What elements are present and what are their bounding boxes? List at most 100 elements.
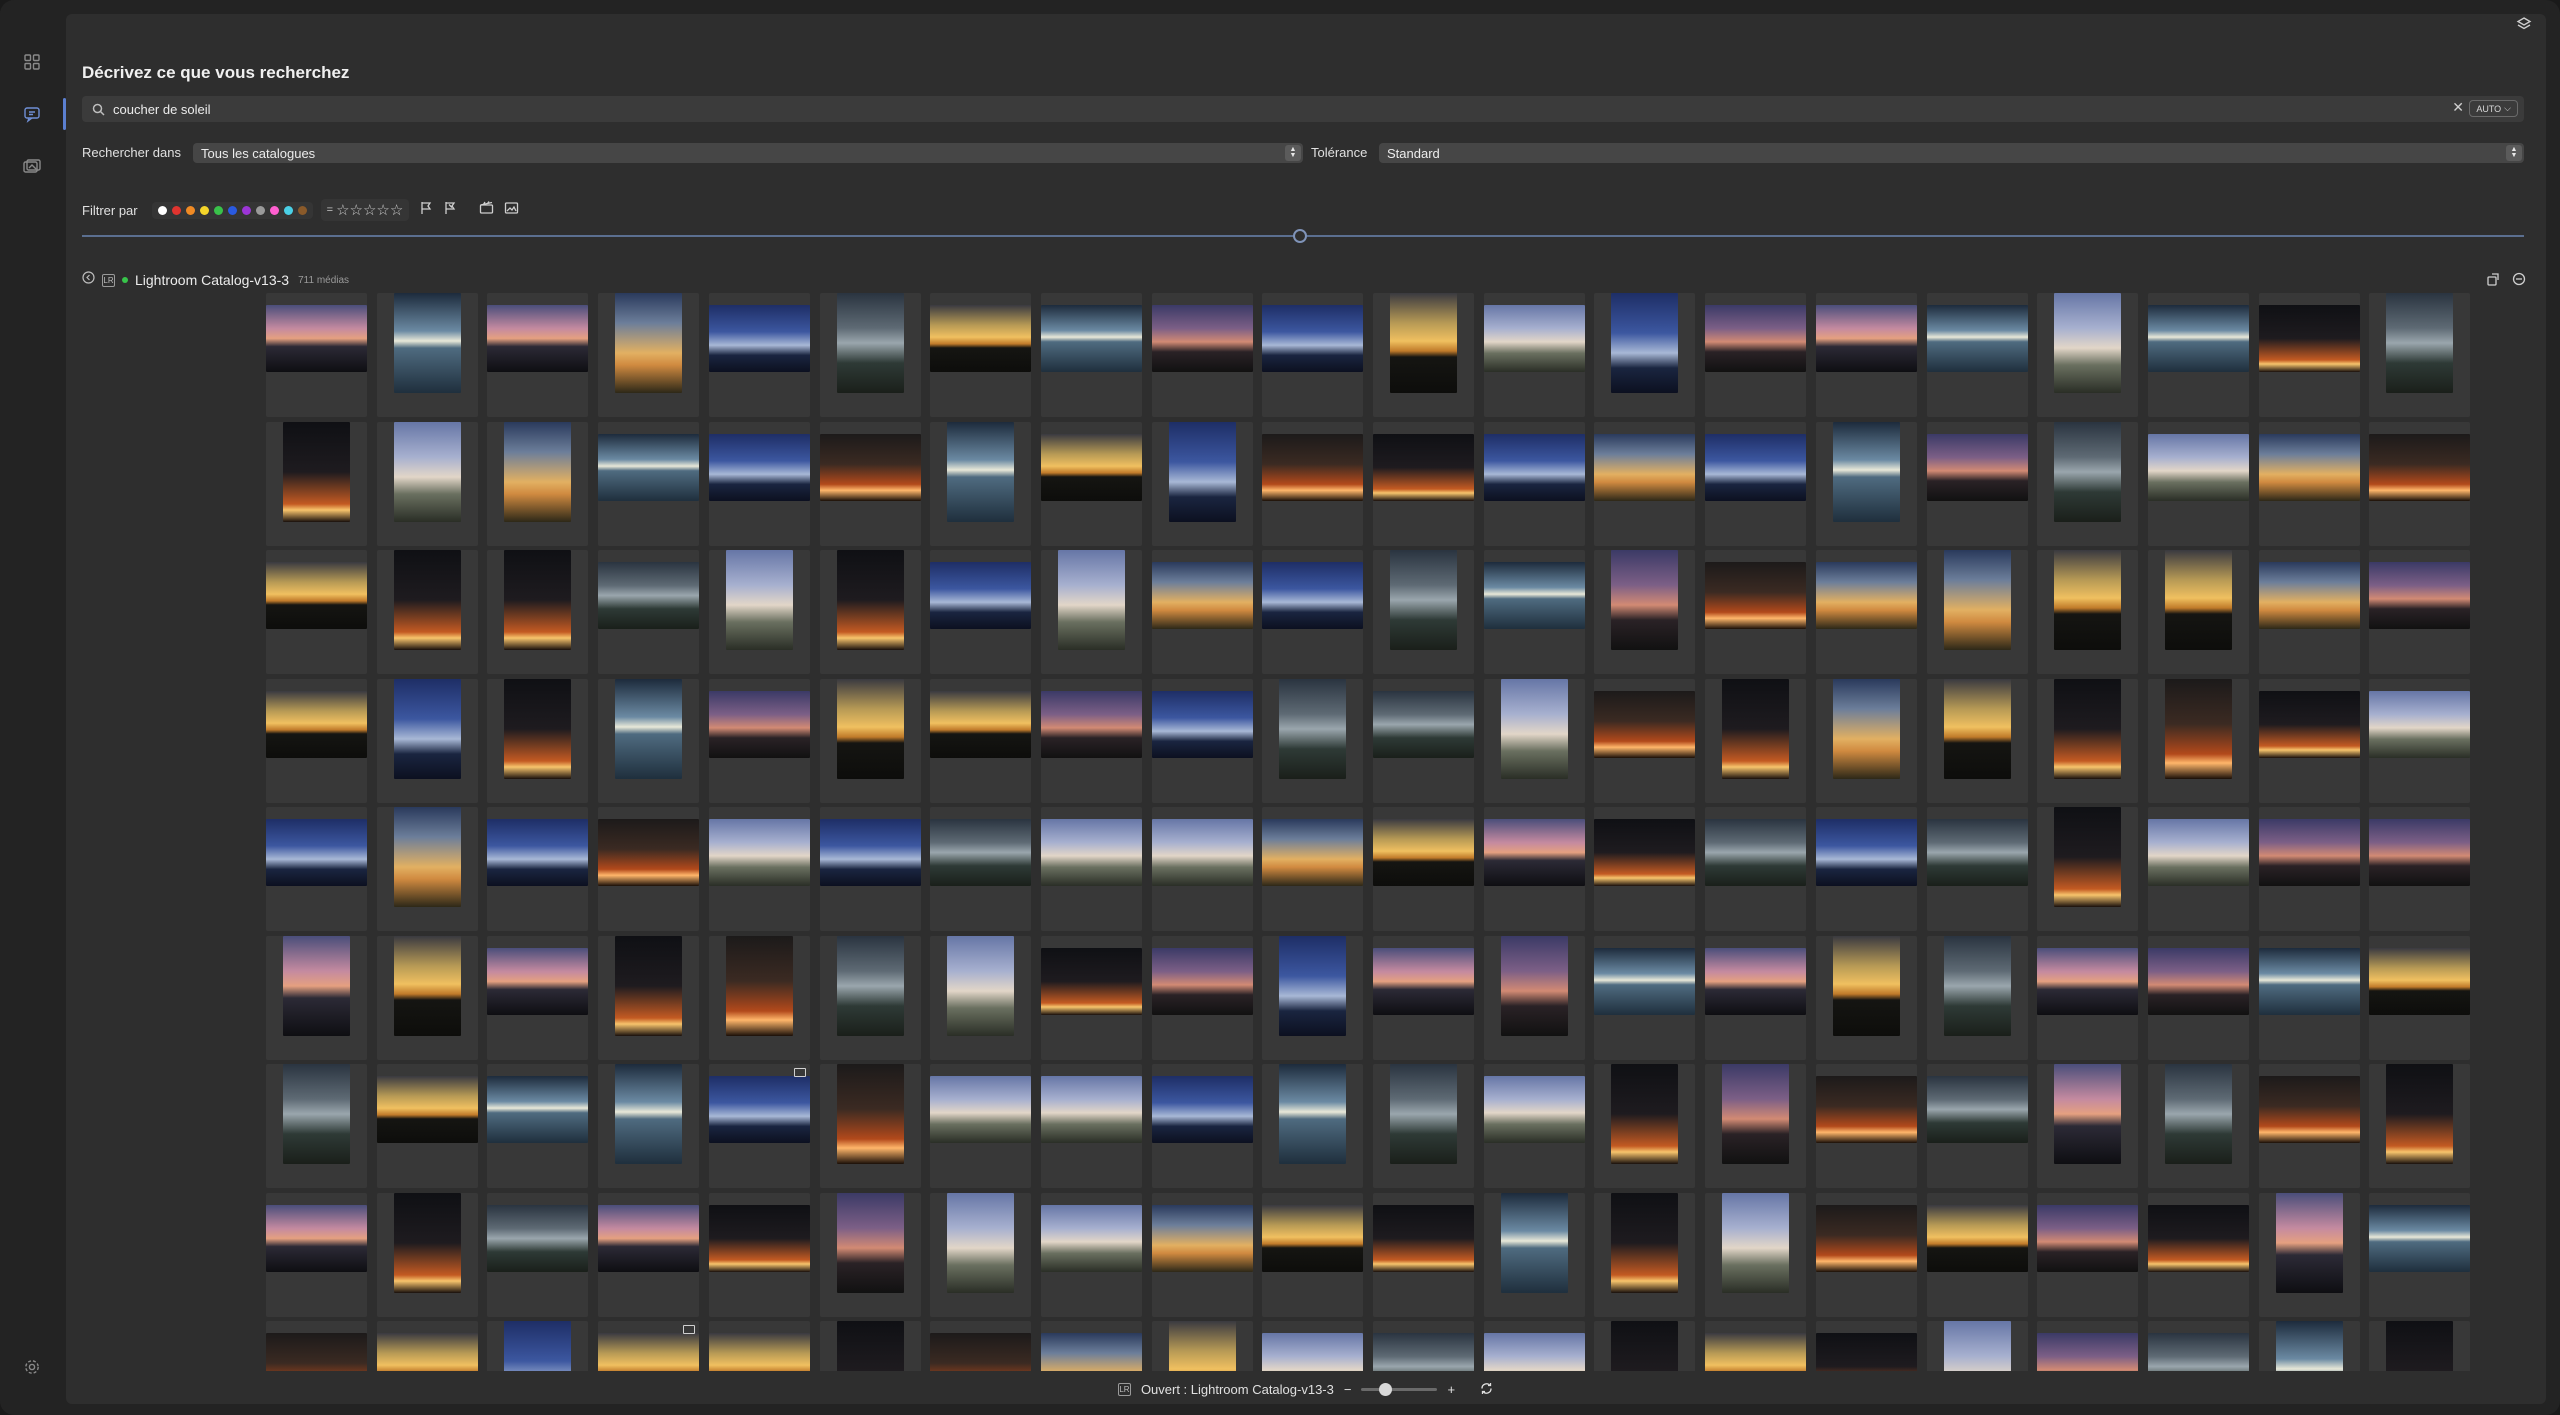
thumbnail-tile[interactable] bbox=[598, 678, 700, 803]
thumbnail-tile[interactable] bbox=[1373, 550, 1474, 674]
thumbnail-image[interactable] bbox=[1390, 1064, 1457, 1164]
thumbnail-image[interactable] bbox=[930, 819, 1032, 886]
thumbnail-image[interactable] bbox=[2037, 1333, 2139, 1371]
thumbnail-image[interactable] bbox=[1262, 433, 1364, 501]
thumbnail-image[interactable] bbox=[1926, 433, 2028, 501]
thumbnail-image[interactable] bbox=[266, 1204, 367, 1272]
thumbnail-tile[interactable] bbox=[1483, 1064, 1585, 1188]
thumbnail-image[interactable] bbox=[1483, 1333, 1585, 1371]
thumbnail-image[interactable] bbox=[836, 935, 904, 1036]
thumbnail-image[interactable] bbox=[615, 293, 683, 393]
thumbnail-tile[interactable] bbox=[376, 1321, 478, 1371]
video-filter-icon[interactable] bbox=[479, 200, 494, 220]
thumbnail-image[interactable] bbox=[836, 1064, 904, 1164]
thumbnail-image[interactable] bbox=[2164, 678, 2232, 779]
sync-icon[interactable] bbox=[1479, 1381, 1494, 1399]
chat-search-icon[interactable] bbox=[21, 103, 43, 125]
thumbnail-tile[interactable] bbox=[1262, 550, 1364, 674]
thumbnail-image[interactable] bbox=[2369, 1204, 2471, 1272]
thumbnail-image[interactable] bbox=[1040, 1204, 1142, 1272]
thumbnail-image[interactable] bbox=[708, 433, 810, 501]
color-swatch[interactable] bbox=[213, 205, 223, 215]
thumbnail-size-slider[interactable] bbox=[1361, 1383, 1438, 1396]
thumbnail-image[interactable] bbox=[1373, 1204, 1474, 1272]
thumbnail-tile[interactable] bbox=[1483, 1192, 1585, 1317]
thumbnail-tile[interactable] bbox=[1815, 1321, 1917, 1371]
thumbnail-image[interactable] bbox=[1151, 1204, 1253, 1272]
thumbnail-tile[interactable] bbox=[2147, 935, 2249, 1060]
thumbnail-image[interactable] bbox=[393, 935, 461, 1036]
thumbnail-tile[interactable] bbox=[1815, 807, 1917, 931]
thumbnail-tile[interactable] bbox=[1594, 1321, 1696, 1371]
thumbnail-image[interactable] bbox=[708, 1333, 810, 1371]
thumbnail-tile[interactable] bbox=[2369, 293, 2471, 417]
thumbnail-image[interactable] bbox=[2037, 1204, 2139, 1272]
thumbnail-image[interactable] bbox=[598, 819, 700, 886]
thumbnail-image[interactable] bbox=[725, 550, 793, 650]
color-swatch[interactable] bbox=[297, 205, 307, 215]
thumbnail-tile[interactable] bbox=[1926, 421, 2028, 546]
thumbnail-tile[interactable] bbox=[2147, 550, 2249, 674]
thumbnail-image[interactable] bbox=[504, 678, 572, 779]
thumbnail-image[interactable] bbox=[1040, 305, 1142, 372]
thumbnail-tile[interactable] bbox=[1373, 1321, 1474, 1371]
thumbnail-tile[interactable] bbox=[708, 935, 810, 1060]
thumbnail-image[interactable] bbox=[376, 1333, 478, 1371]
thumbnail-image[interactable] bbox=[836, 1192, 904, 1293]
settings-gear-icon[interactable] bbox=[21, 1356, 43, 1378]
thumbnail-tile[interactable] bbox=[1151, 1192, 1253, 1317]
thumbnail-image[interactable] bbox=[2275, 1321, 2343, 1371]
thumbnail-tile[interactable] bbox=[266, 1064, 367, 1188]
thumbnail-tile[interactable] bbox=[1151, 1321, 1253, 1371]
thumbnail-image[interactable] bbox=[2258, 690, 2360, 758]
thumbnail-image[interactable] bbox=[1705, 947, 1807, 1015]
zoom-in-button[interactable]: + bbox=[1447, 1382, 1455, 1397]
thumbnail-tile[interactable] bbox=[2147, 1064, 2249, 1188]
thumbnail-tile[interactable] bbox=[2369, 1321, 2471, 1371]
thumbnail-image[interactable] bbox=[1040, 819, 1142, 886]
color-swatch[interactable] bbox=[241, 205, 251, 215]
thumbnail-tile[interactable] bbox=[708, 678, 810, 803]
thumbnail-image[interactable] bbox=[1594, 947, 1696, 1015]
thumbnail-tile[interactable] bbox=[1262, 421, 1364, 546]
thumbnail-tile[interactable] bbox=[1926, 1321, 2028, 1371]
thumbnail-tile[interactable] bbox=[1705, 678, 1807, 803]
thumbnail-tile[interactable] bbox=[376, 421, 478, 546]
color-swatch[interactable] bbox=[255, 205, 265, 215]
color-swatch[interactable] bbox=[269, 205, 279, 215]
thumbnail-image[interactable] bbox=[1815, 819, 1917, 886]
thumbnail-tile[interactable] bbox=[1483, 293, 1585, 417]
thumbnail-image[interactable] bbox=[1151, 819, 1253, 886]
thumbnail-tile[interactable] bbox=[1926, 550, 2028, 674]
thumbnail-tile[interactable] bbox=[2258, 807, 2360, 931]
thumbnail-image[interactable] bbox=[598, 1204, 700, 1272]
thumbnail-tile[interactable] bbox=[2147, 421, 2249, 546]
thumbnail-tile[interactable] bbox=[708, 293, 810, 417]
thumbnail-tile[interactable] bbox=[1040, 421, 1142, 546]
thumbnail-tile[interactable] bbox=[1705, 1321, 1807, 1371]
thumbnail-tile[interactable] bbox=[930, 1192, 1032, 1317]
thumbnail-tile[interactable] bbox=[708, 807, 810, 931]
thumbnail-image[interactable] bbox=[1040, 690, 1142, 758]
thumbnail-image[interactable] bbox=[1722, 1064, 1790, 1164]
thumbnail-image[interactable] bbox=[1279, 1064, 1347, 1164]
thumbnail-image[interactable] bbox=[2054, 807, 2122, 907]
thumbnail-tile[interactable] bbox=[598, 807, 700, 931]
export-icon[interactable] bbox=[2486, 272, 2500, 291]
thumbnail-tile[interactable] bbox=[1705, 293, 1807, 417]
thumbnail-tile[interactable] bbox=[487, 1064, 589, 1188]
thumbnail-tile[interactable] bbox=[1373, 1064, 1474, 1188]
thumbnail-tile[interactable] bbox=[1926, 678, 2028, 803]
thumbnail-tile[interactable] bbox=[1373, 678, 1474, 803]
thumbnail-tile[interactable] bbox=[1705, 935, 1807, 1060]
thumbnail-image[interactable] bbox=[1943, 678, 2011, 779]
thumbnail-image[interactable] bbox=[1279, 935, 1347, 1036]
color-swatch[interactable] bbox=[171, 205, 181, 215]
thumbnail-tile[interactable] bbox=[266, 421, 367, 546]
thumbnail-tile[interactable] bbox=[266, 935, 367, 1060]
zoom-out-button[interactable]: − bbox=[1344, 1382, 1352, 1397]
thumbnail-tile[interactable] bbox=[930, 1064, 1032, 1188]
thumbnail-image[interactable] bbox=[283, 935, 350, 1036]
thumbnail-image[interactable] bbox=[1832, 935, 1900, 1036]
thumbnail-tile[interactable] bbox=[819, 678, 921, 803]
